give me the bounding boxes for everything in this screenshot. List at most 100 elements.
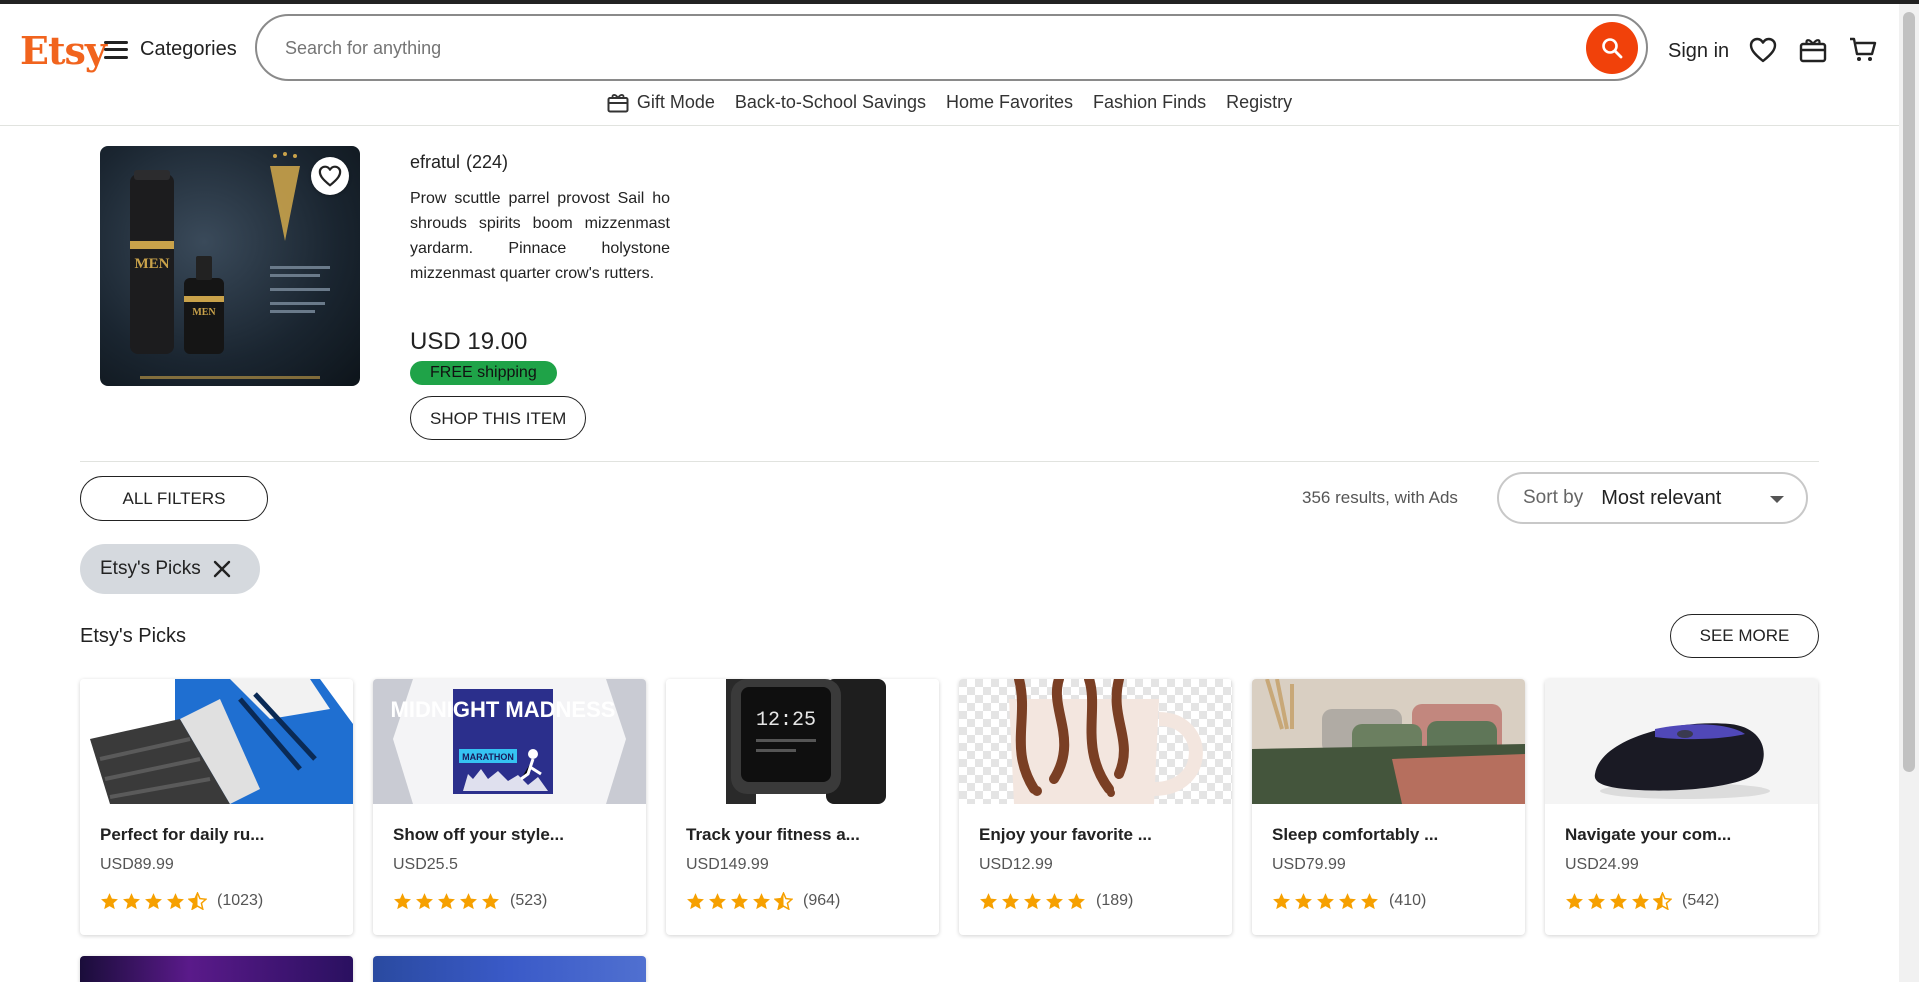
- categories-menu-button[interactable]: Categories: [104, 38, 237, 61]
- star-full-icon: [1046, 893, 1063, 910]
- gift-card-icon[interactable]: [1797, 34, 1829, 66]
- product-title: Perfect for daily ru...: [100, 825, 265, 844]
- star-full-icon: [1632, 893, 1649, 910]
- star-rating-icons: [100, 892, 207, 910]
- product-title: Navigate your com...: [1565, 825, 1732, 844]
- product-price: USD25.5: [393, 856, 458, 873]
- review-count: (189): [1096, 892, 1134, 909]
- star-rating-icons: [1565, 892, 1672, 910]
- subnav-link-home-favorites[interactable]: Home Favorites: [946, 92, 1073, 113]
- product-price: USD24.99: [1565, 856, 1639, 873]
- star-rating-icons: [393, 892, 500, 910]
- product-image-mouse: [1545, 679, 1818, 804]
- etsy-logo[interactable]: Etsy: [20, 28, 107, 73]
- review-count: (542): [1682, 892, 1720, 909]
- chevron-down-icon: [1770, 496, 1784, 503]
- subnav-link-fashion-finds[interactable]: Fashion Finds: [1093, 92, 1206, 113]
- search-bar: [255, 14, 1648, 81]
- star-full-icon: [1339, 893, 1356, 910]
- svg-text:MEN: MEN: [135, 256, 170, 272]
- product-title: Sleep comfortably ...: [1272, 825, 1439, 844]
- results-count: 356 results, with Ads: [1302, 488, 1458, 507]
- star-full-icon: [1273, 893, 1290, 910]
- search-icon: [1602, 38, 1623, 59]
- page-scrollbar[interactable]: [1899, 4, 1919, 982]
- star-full-icon: [1610, 893, 1627, 910]
- free-shipping-badge: FREE shipping: [410, 361, 557, 385]
- star-full-icon: [1361, 893, 1378, 910]
- all-filters-button[interactable]: ALL FILTERS: [80, 476, 268, 521]
- gift-mode-label: Gift Mode: [636, 92, 715, 112]
- search-input[interactable]: [285, 30, 1525, 66]
- product-card[interactable]: Enjoy your favorite ... USD12.99 (189): [959, 679, 1232, 935]
- star-full-icon: [1295, 893, 1312, 910]
- subnav-link-back-to-school[interactable]: Back-to-School Savings: [735, 92, 926, 113]
- review-count: (523): [510, 892, 548, 909]
- product-card[interactable]: Navigate your com... USD24.99 (542): [1545, 679, 1818, 935]
- seller-name: efratul: [410, 152, 461, 172]
- chip-label: Etsy's Picks: [100, 558, 201, 579]
- svg-text:12:25: 12:25: [756, 709, 816, 732]
- product-card[interactable]: Sleep comfortably ... USD79.99 (410): [1252, 679, 1525, 935]
- svg-text:MARATHON: MARATHON: [462, 752, 514, 762]
- star-full-icon: [753, 893, 770, 910]
- star-full-icon: [438, 893, 455, 910]
- section-title: Etsy's Picks: [80, 625, 187, 647]
- star-half-icon: [188, 892, 207, 910]
- product-image-smartwatch: 12:25: [666, 679, 939, 804]
- star-full-icon: [482, 893, 499, 910]
- subnav-link-registry[interactable]: Registry: [1226, 92, 1292, 113]
- shop-this-item-button[interactable]: SHOP THIS ITEM: [410, 396, 587, 440]
- product-image-bedding: [1252, 679, 1525, 804]
- product-image-sneaker: [80, 679, 353, 804]
- sort-value: Most relevant: [1601, 486, 1722, 509]
- sort-dropdown[interactable]: Sort by Most relevant: [1497, 472, 1808, 524]
- product-card[interactable]: MIDNIGHT MADNESS MARATHON Show off your …: [373, 679, 646, 935]
- product-image-tshirt: MIDNIGHT MADNESS MARATHON: [373, 679, 646, 804]
- product-title: Show off your style...: [393, 825, 564, 844]
- review-count: (1023): [217, 892, 264, 909]
- product-rating: (542): [1565, 892, 1719, 910]
- seller-review-count: (224): [466, 152, 509, 172]
- gift-mode-link[interactable]: Gift Mode: [607, 92, 715, 113]
- product-card[interactable]: 12:25 Track your fitness a... USD149.99 …: [666, 679, 939, 935]
- see-more-button[interactable]: SEE MORE: [1670, 614, 1819, 658]
- star-full-icon: [709, 893, 726, 910]
- product-card-partial[interactable]: [80, 956, 353, 982]
- star-full-icon: [416, 893, 433, 910]
- search-button[interactable]: [1586, 22, 1638, 74]
- favorites-heart-icon[interactable]: [1747, 34, 1779, 66]
- star-full-icon: [687, 893, 704, 910]
- svg-text:MEN: MEN: [192, 307, 216, 318]
- categories-label: Categories: [140, 38, 237, 60]
- cart-icon[interactable]: [1847, 34, 1879, 66]
- star-full-icon: [980, 893, 997, 910]
- product-rating: (523): [393, 892, 547, 910]
- product-rating: (410): [1272, 892, 1426, 910]
- ad-favorite-heart-icon[interactable]: [311, 157, 349, 195]
- product-image-mug: [959, 679, 1232, 804]
- close-icon[interactable]: [213, 560, 231, 578]
- product-title: Track your fitness a...: [686, 825, 860, 844]
- sign-in-link[interactable]: Sign in: [1668, 40, 1729, 63]
- star-full-icon: [145, 893, 162, 910]
- star-full-icon: [1317, 893, 1334, 910]
- star-full-icon: [1566, 893, 1583, 910]
- section-divider: [80, 461, 1819, 462]
- star-half-icon: [774, 892, 793, 910]
- product-price: USD149.99: [686, 856, 769, 873]
- product-card-partial[interactable]: [373, 956, 646, 982]
- star-half-icon: [1653, 892, 1672, 910]
- star-full-icon: [167, 893, 184, 910]
- star-full-icon: [101, 893, 118, 910]
- star-full-icon: [1024, 893, 1041, 910]
- ad-seller[interactable]: efratul (224): [410, 152, 508, 173]
- product-card[interactable]: Perfect for daily ru... USD89.99 (1023): [80, 679, 353, 935]
- star-full-icon: [1588, 893, 1605, 910]
- star-full-icon: [394, 893, 411, 910]
- gift-mode-icon: [607, 93, 629, 112]
- sub-navigation: Gift Mode Back-to-School Savings Home Fa…: [0, 92, 1899, 113]
- active-filter-chip[interactable]: Etsy's Picks: [80, 544, 260, 594]
- scrollbar-thumb[interactable]: [1903, 12, 1915, 772]
- site-header: Etsy Categories Sign in Gift Mode Back-t…: [0, 4, 1899, 126]
